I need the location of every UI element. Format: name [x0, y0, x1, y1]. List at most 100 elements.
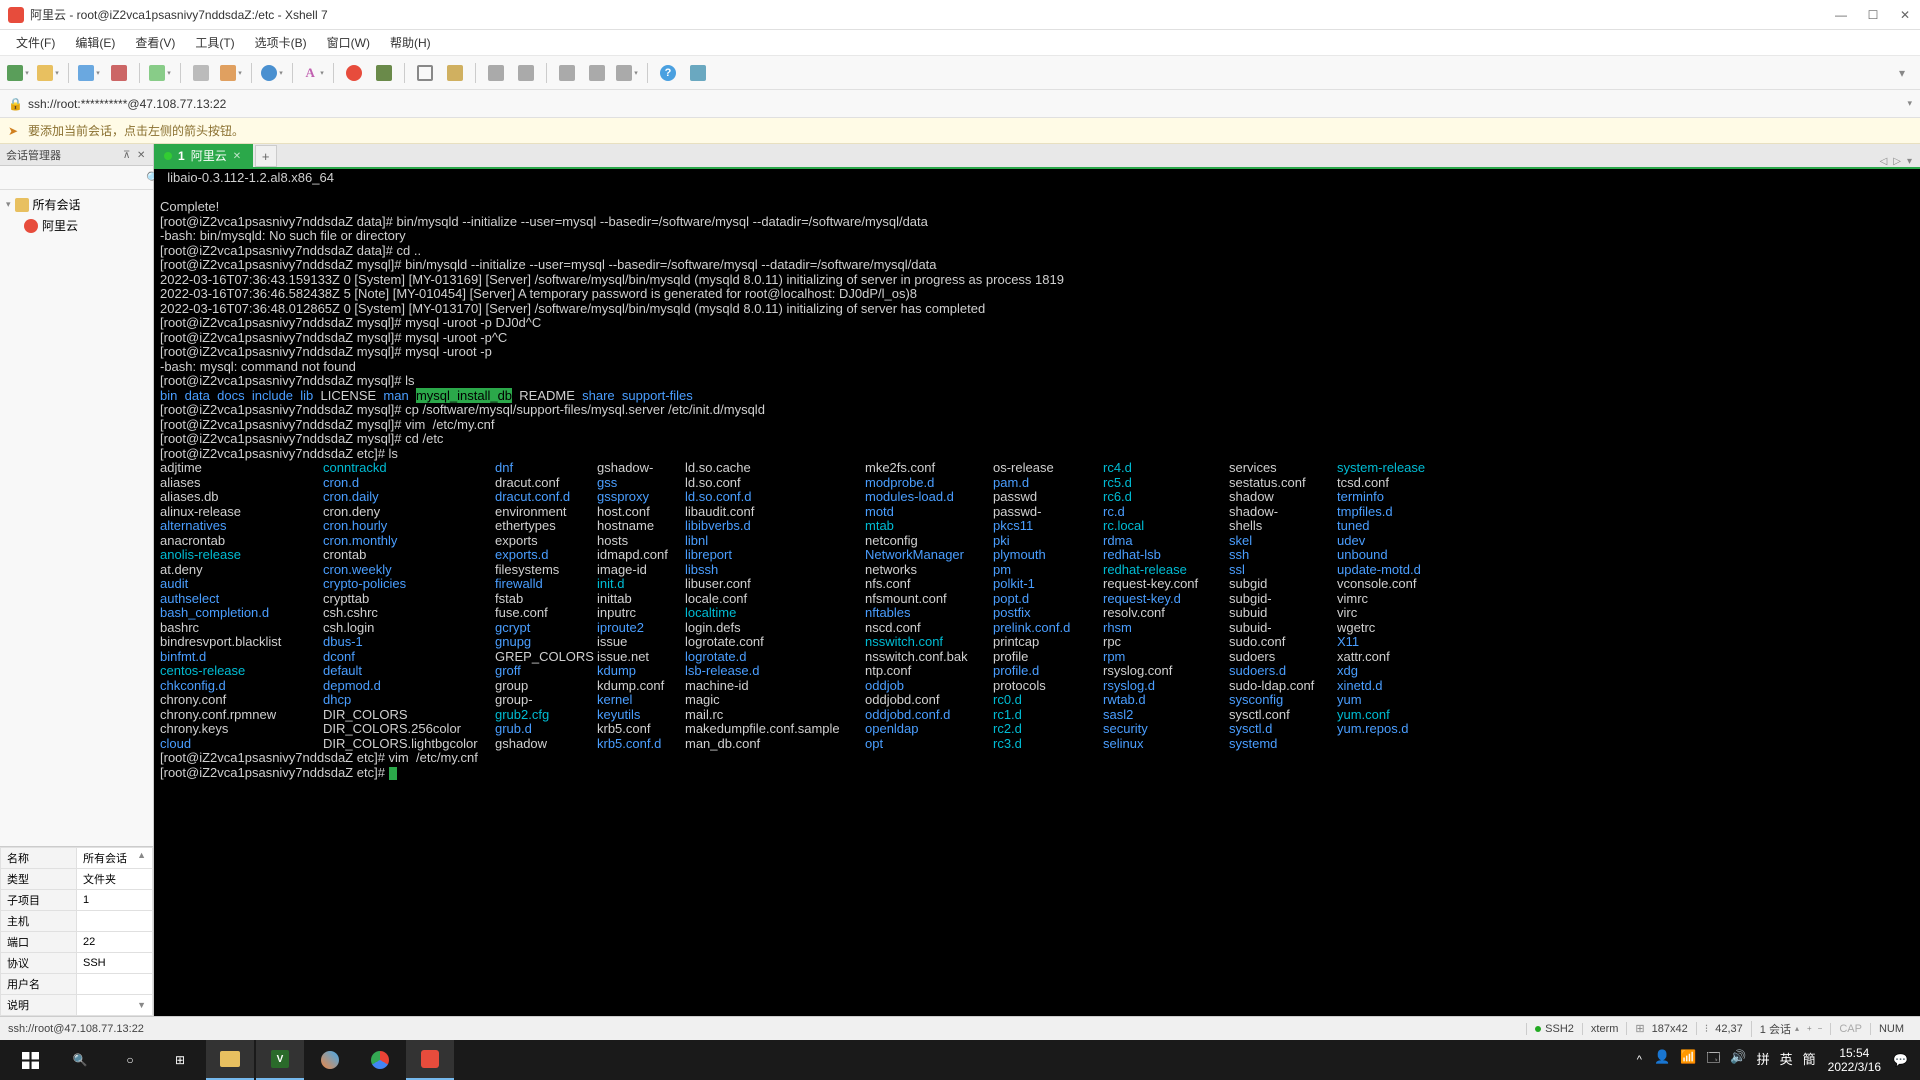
- clock-time: 15:54: [1828, 1046, 1881, 1060]
- help-button[interactable]: ?: [656, 61, 680, 85]
- separator: [333, 63, 334, 83]
- start-button[interactable]: [6, 1040, 54, 1080]
- address-text[interactable]: ssh://root:**********@47.108.77.13:22: [28, 97, 226, 111]
- ime-icon-3[interactable]: 簡: [1803, 1049, 1816, 1071]
- expand-icon[interactable]: ▾: [6, 199, 11, 210]
- volume-icon[interactable]: 🔊: [1730, 1049, 1746, 1071]
- status-connection: ssh://root@47.108.77.13:22: [8, 1023, 1526, 1035]
- prop-value: [77, 974, 153, 995]
- app-button[interactable]: [306, 1040, 354, 1080]
- tab-list-button[interactable]: ▾: [1907, 156, 1912, 167]
- explorer-button[interactable]: [206, 1040, 254, 1080]
- tool-a-button[interactable]: [484, 61, 508, 85]
- xshell-button[interactable]: [406, 1040, 454, 1080]
- terminal[interactable]: libaio-0.3.112-1.2.al8.x86_64 Complete![…: [154, 169, 1920, 1016]
- copy-button[interactable]: [148, 61, 172, 85]
- separator: [292, 63, 293, 83]
- prop-key: 协议: [1, 953, 77, 974]
- separator: [647, 63, 648, 83]
- cortana-button[interactable]: ○: [106, 1040, 154, 1080]
- address-bar: 🔒 ssh://root:**********@47.108.77.13:22 …: [0, 90, 1920, 118]
- tab-close-icon[interactable]: ✕: [233, 151, 243, 161]
- prop-value: SSH: [77, 953, 153, 974]
- minimize-button[interactable]: —: [1834, 8, 1848, 22]
- menu-window[interactable]: 窗口(W): [319, 32, 378, 53]
- prop-key: 名称: [1, 848, 77, 869]
- tab-strip: 1 阿里云 ✕ + ◁ ▷ ▾: [154, 144, 1920, 169]
- menu-view[interactable]: 查看(V): [127, 32, 183, 53]
- ime-icon-2[interactable]: 英: [1780, 1049, 1793, 1071]
- script-button[interactable]: [342, 61, 366, 85]
- reconnect-button[interactable]: [77, 61, 101, 85]
- app-icon: [8, 7, 24, 23]
- tray-expand-icon[interactable]: ^: [1637, 1054, 1642, 1066]
- separator: [180, 63, 181, 83]
- prop-key: 类型: [1, 869, 77, 890]
- panel-close-icon[interactable]: ✕: [137, 150, 147, 160]
- maximize-button[interactable]: ☐: [1866, 8, 1880, 22]
- title-bar: 阿里云 - root@iZ2vca1psasnivy7nddsdaZ:/etc …: [0, 0, 1920, 30]
- find-button[interactable]: [219, 61, 243, 85]
- menu-help[interactable]: 帮助(H): [382, 32, 439, 53]
- addr-menu-button[interactable]: ▾: [1907, 98, 1912, 109]
- lock-button[interactable]: [443, 61, 467, 85]
- new-tab-button[interactable]: +: [255, 145, 277, 167]
- notifications-icon[interactable]: 💬: [1893, 1053, 1908, 1067]
- feedback-button[interactable]: [686, 61, 710, 85]
- menu-tabs[interactable]: 选项卡(B): [247, 32, 315, 53]
- tool-c-button[interactable]: [555, 61, 579, 85]
- pin-icon[interactable]: ⊼: [123, 150, 133, 160]
- ssh-indicator-icon: [1535, 1026, 1541, 1032]
- prop-key: 端口: [1, 932, 77, 953]
- status-cap: CAP: [1830, 1023, 1870, 1035]
- prop-value: ▼: [77, 995, 153, 1016]
- open-button[interactable]: [36, 61, 60, 85]
- tree-item[interactable]: 阿里云: [6, 215, 147, 236]
- tool-e-button[interactable]: [615, 61, 639, 85]
- clock-date: 2022/3/16: [1828, 1060, 1881, 1074]
- font-button[interactable]: A: [301, 61, 325, 85]
- menu-edit[interactable]: 编辑(E): [67, 32, 123, 53]
- tab-next-button[interactable]: ▷: [1893, 156, 1901, 167]
- disconnect-button[interactable]: [107, 61, 131, 85]
- chrome-button[interactable]: [356, 1040, 404, 1080]
- taskview-button[interactable]: ⊞: [156, 1040, 204, 1080]
- toolbar: A ? ▾: [0, 56, 1920, 90]
- clock[interactable]: 15:54 2022/3/16: [1828, 1046, 1881, 1074]
- menu-tools[interactable]: 工具(T): [187, 32, 242, 53]
- separator: [68, 63, 69, 83]
- prop-row: 子项目1: [1, 890, 153, 911]
- panel-title: 会话管理器: [6, 147, 61, 163]
- prop-key: 用户名: [1, 974, 77, 995]
- globe-button[interactable]: [260, 61, 284, 85]
- item-label: 阿里云: [42, 217, 78, 234]
- wifi-icon[interactable]: 📶: [1680, 1049, 1696, 1071]
- prop-value: 1: [77, 890, 153, 911]
- close-button[interactable]: ✕: [1898, 8, 1912, 22]
- fullscreen-button[interactable]: [413, 61, 437, 85]
- prop-value: 所有会话▲: [77, 848, 153, 869]
- toolbar-menu-button[interactable]: ▾: [1890, 61, 1914, 85]
- tool-button[interactable]: [372, 61, 396, 85]
- separator: [404, 63, 405, 83]
- tab-active[interactable]: 1 阿里云 ✕: [154, 144, 253, 167]
- status-size: ⊞187x42: [1626, 1022, 1695, 1035]
- tree-root[interactable]: ▾ 所有会话: [6, 194, 147, 215]
- main-area: 会话管理器 ⊼ ✕ 🔍 ▾ 所有会话 阿里云 名称所有会话▲类型文件夹子项目1主…: [0, 144, 1920, 1016]
- search-input[interactable]: [4, 172, 146, 184]
- battery-icon[interactable]: 🗔: [1706, 1049, 1720, 1071]
- paste-button[interactable]: [189, 61, 213, 85]
- tool-b-button[interactable]: [514, 61, 538, 85]
- prop-key: 子项目: [1, 890, 77, 911]
- vim-button[interactable]: V: [256, 1040, 304, 1080]
- menu-file[interactable]: 文件(F): [8, 32, 63, 53]
- tool-d-button[interactable]: [585, 61, 609, 85]
- content-area: 1 阿里云 ✕ + ◁ ▷ ▾ libaio-0.3.112-1.2.al8.x…: [154, 144, 1920, 1016]
- ime-icon-1[interactable]: 拼: [1757, 1049, 1770, 1071]
- new-session-button[interactable]: [6, 61, 30, 85]
- session-search: 🔍: [0, 166, 153, 190]
- folder-icon: [15, 198, 29, 212]
- tab-prev-button[interactable]: ◁: [1880, 156, 1888, 167]
- search-button[interactable]: 🔍: [56, 1040, 104, 1080]
- tray-icon[interactable]: 👤: [1654, 1049, 1670, 1071]
